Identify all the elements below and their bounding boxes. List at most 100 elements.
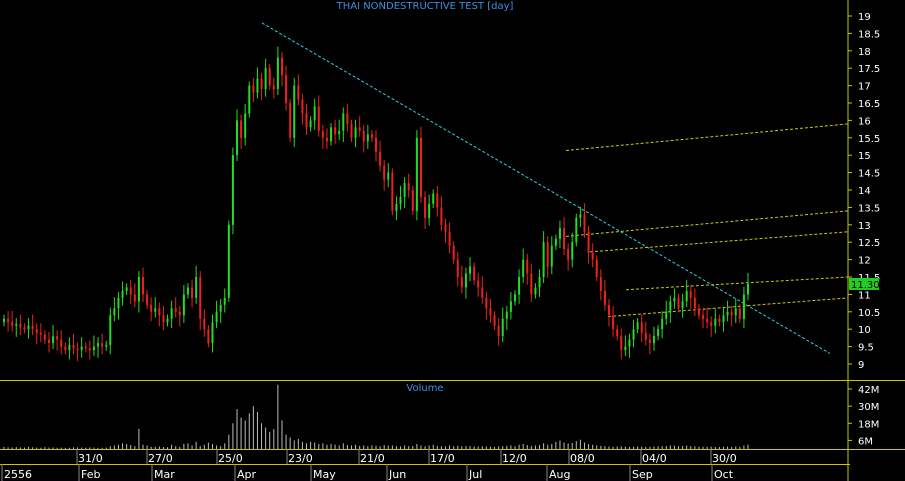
candle-body bbox=[182, 294, 185, 316]
date-tick-label: 23/0 bbox=[288, 452, 313, 465]
candle-body bbox=[415, 137, 418, 211]
date-tick-label: 27/0 bbox=[148, 452, 173, 465]
month-label: Feb bbox=[81, 468, 100, 481]
candle-body bbox=[440, 207, 443, 225]
candle-body bbox=[685, 290, 688, 302]
candle-body bbox=[501, 318, 504, 337]
candle-body bbox=[121, 290, 124, 298]
candle-body bbox=[133, 294, 136, 302]
candle-body bbox=[657, 329, 660, 337]
candle-body bbox=[92, 346, 95, 351]
candle-body bbox=[117, 297, 120, 309]
candle-body bbox=[72, 344, 75, 349]
candle-body bbox=[334, 127, 337, 135]
candle-body bbox=[370, 134, 373, 138]
candle-body bbox=[493, 315, 496, 326]
candle-body bbox=[387, 172, 390, 180]
price-tick-label: 12 bbox=[858, 256, 871, 267]
month-label: Aug bbox=[549, 468, 570, 481]
candle-body bbox=[7, 318, 10, 323]
date-tick-label: 17/0 bbox=[430, 452, 455, 465]
candle-body bbox=[15, 323, 18, 326]
candle-body bbox=[706, 318, 709, 323]
candle-body bbox=[714, 318, 717, 326]
candle-body bbox=[411, 190, 414, 211]
candle-body bbox=[624, 346, 627, 351]
price-tick-label: 14 bbox=[858, 186, 871, 197]
date-tick-label: 30/0 bbox=[712, 452, 737, 465]
price-tick-label: 12.5 bbox=[858, 238, 880, 249]
candle-body bbox=[35, 329, 38, 333]
candle-body bbox=[726, 311, 729, 316]
candle-body bbox=[174, 308, 177, 312]
candle-body bbox=[681, 301, 684, 309]
candle-body bbox=[309, 120, 312, 128]
candle-body bbox=[608, 304, 611, 316]
candle-body bbox=[448, 231, 451, 246]
candle-body bbox=[60, 339, 63, 347]
candle-body bbox=[407, 183, 410, 190]
last-price-label: 11.30 bbox=[851, 280, 880, 291]
candle-body bbox=[587, 231, 590, 253]
candle-body bbox=[52, 336, 55, 344]
date-tick-label: 21/0 bbox=[360, 452, 385, 465]
candle-body bbox=[383, 165, 386, 180]
candle-body bbox=[330, 127, 333, 142]
candle-body bbox=[665, 311, 668, 319]
candle-body bbox=[276, 57, 279, 90]
month-label: May bbox=[313, 468, 336, 481]
volume-tick-label: 42M bbox=[858, 385, 879, 396]
candle-body bbox=[354, 127, 357, 138]
candle-body bbox=[644, 332, 647, 340]
candle-body bbox=[289, 103, 292, 138]
candle-body bbox=[489, 308, 492, 316]
candle-body bbox=[477, 280, 480, 288]
candle-body bbox=[575, 217, 578, 243]
candle-body bbox=[522, 259, 525, 277]
candle-body bbox=[485, 297, 488, 309]
candle-body bbox=[150, 304, 153, 312]
candle-body bbox=[84, 346, 87, 349]
candle-body bbox=[661, 318, 664, 330]
price-tick-label: 11 bbox=[858, 290, 871, 301]
price-tick-label: 16 bbox=[858, 116, 871, 127]
candle-body bbox=[669, 301, 672, 312]
candle-body bbox=[747, 283, 749, 295]
candle-body bbox=[567, 249, 570, 260]
volume-tick-label: 30M bbox=[858, 402, 879, 413]
candle-body bbox=[88, 348, 91, 351]
price-tick-label: 19 bbox=[858, 12, 871, 23]
candle-body bbox=[481, 287, 484, 298]
candle-body bbox=[697, 308, 700, 316]
candle-body bbox=[264, 68, 267, 90]
candle-body bbox=[583, 214, 586, 232]
candle-body bbox=[722, 315, 725, 323]
candle-body bbox=[146, 294, 149, 305]
date-tick-label: 25/0 bbox=[218, 452, 243, 465]
candle-body bbox=[452, 245, 455, 260]
candle-body bbox=[432, 193, 435, 204]
candle-body bbox=[191, 287, 194, 298]
candle-body bbox=[280, 57, 283, 76]
candle-body bbox=[648, 339, 651, 344]
date-tick-label: 04/0 bbox=[642, 452, 667, 465]
candle-body bbox=[554, 238, 557, 246]
candle-body bbox=[342, 113, 345, 131]
candle-body bbox=[11, 322, 14, 326]
candle-body bbox=[375, 137, 377, 152]
candle-body bbox=[272, 85, 275, 90]
candle-body bbox=[244, 113, 247, 138]
price-tick-label: 9.5 bbox=[858, 343, 874, 354]
candle-body bbox=[599, 277, 602, 291]
candle-body bbox=[628, 339, 631, 347]
candle-body bbox=[546, 242, 549, 267]
candle-body bbox=[80, 346, 83, 351]
candle-body bbox=[313, 106, 316, 121]
candle-body bbox=[68, 344, 71, 351]
candle-body bbox=[469, 266, 472, 274]
candle-body bbox=[162, 315, 165, 323]
candle-body bbox=[43, 334, 46, 340]
candle-body bbox=[395, 203, 398, 211]
candle-body bbox=[710, 322, 713, 326]
candle-body bbox=[550, 245, 553, 267]
